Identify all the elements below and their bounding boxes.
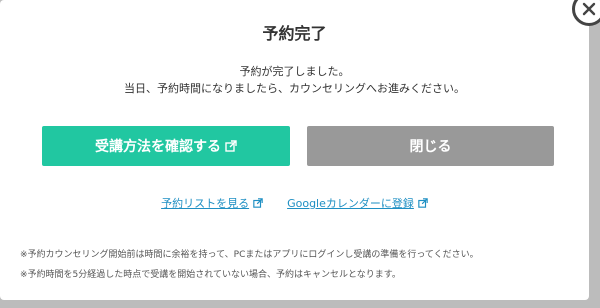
check-course-method-label: 受講方法を確認する <box>95 139 221 155</box>
note-preparation: ※予約カウンセリング開始前は時間に余裕を持って、PCまたはアプリにログインし受講… <box>20 250 479 260</box>
reservation-list-link-label: 予約リストを見る <box>161 197 250 210</box>
dialog-title: 予約完了 <box>262 24 327 43</box>
links-row: 予約リストを見る Googleカレンダーに登録 <box>0 195 589 211</box>
close-icon <box>582 2 596 16</box>
close-button-label: 閉じる <box>409 139 452 155</box>
check-course-method-button[interactable]: 受講方法を確認する <box>42 126 290 166</box>
external-link-icon <box>253 198 263 208</box>
external-link-icon <box>225 140 237 152</box>
note-cancellation: ※予約時間を5分経過した時点で受講を開始されていない場合、予約はキャンセルとなり… <box>20 270 401 280</box>
reservation-list-link[interactable]: 予約リストを見る <box>161 195 263 211</box>
completion-message: 予約が完了しました。 <box>239 65 350 78</box>
close-button[interactable]: 閉じる <box>307 126 554 166</box>
google-calendar-link-label: Googleカレンダーに登録 <box>287 197 414 210</box>
reservation-complete-dialog: 予約完了 予約が完了しました。 当日、予約時間になりましたら、カウンセリングへお… <box>0 0 589 300</box>
google-calendar-link[interactable]: Googleカレンダーに登録 <box>287 195 428 211</box>
instruction-message: 当日、予約時間になりましたら、カウンセリングへお進みください。 <box>124 82 465 95</box>
external-link-icon <box>418 198 428 208</box>
